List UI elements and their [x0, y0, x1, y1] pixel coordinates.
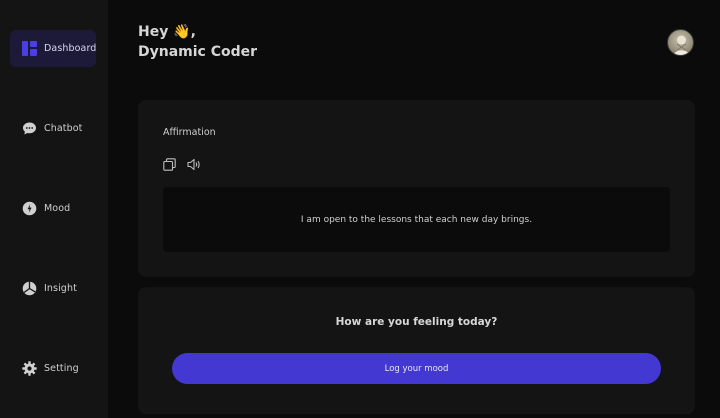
sidebar-item-label: Dashboard: [44, 43, 97, 54]
sidebar-item-insight[interactable]: Insight: [10, 270, 96, 307]
gear-icon: [21, 361, 37, 377]
mood-icon: [21, 201, 37, 217]
log-mood-button[interactable]: Log your mood: [172, 353, 661, 384]
avatar[interactable]: [667, 29, 694, 56]
sidebar-item-mood[interactable]: Mood: [10, 190, 96, 227]
chat-bubble-icon: [21, 121, 37, 137]
dashboard-icon: [21, 41, 37, 57]
copy-icon[interactable]: [161, 156, 177, 172]
affirmation-title: Affirmation: [163, 127, 216, 138]
sidebar-item-chatbot[interactable]: Chatbot: [10, 110, 96, 147]
sidebar-item-setting[interactable]: Setting: [10, 350, 96, 387]
sidebar-item-dashboard[interactable]: Dashboard: [10, 30, 96, 67]
sidebar-item-label: Setting: [44, 363, 79, 374]
mood-card: How are you feeling today? Log your mood: [138, 287, 695, 414]
pie-chart-icon: [21, 281, 37, 297]
sidebar-item-label: Insight: [44, 283, 77, 294]
speaker-icon[interactable]: [186, 156, 202, 172]
greeting: Hey 👋, Dynamic Coder: [138, 22, 257, 62]
sidebar-item-label: Chatbot: [44, 123, 83, 134]
mood-question: How are you feeling today?: [335, 316, 498, 328]
sidebar-item-label: Mood: [44, 203, 71, 214]
sidebar: Dashboard Chatbot Mood Insight Setting: [0, 0, 108, 418]
user-name: Dynamic Coder: [138, 44, 258, 60]
affirmation-text: I am open to the lessons that each new d…: [300, 214, 533, 225]
affirmation-box: I am open to the lessons that each new d…: [163, 187, 670, 252]
affirmation-card: Affirmation I am open to the lessons tha…: [138, 100, 695, 277]
greeting-hello: Hey 👋,: [138, 24, 196, 40]
